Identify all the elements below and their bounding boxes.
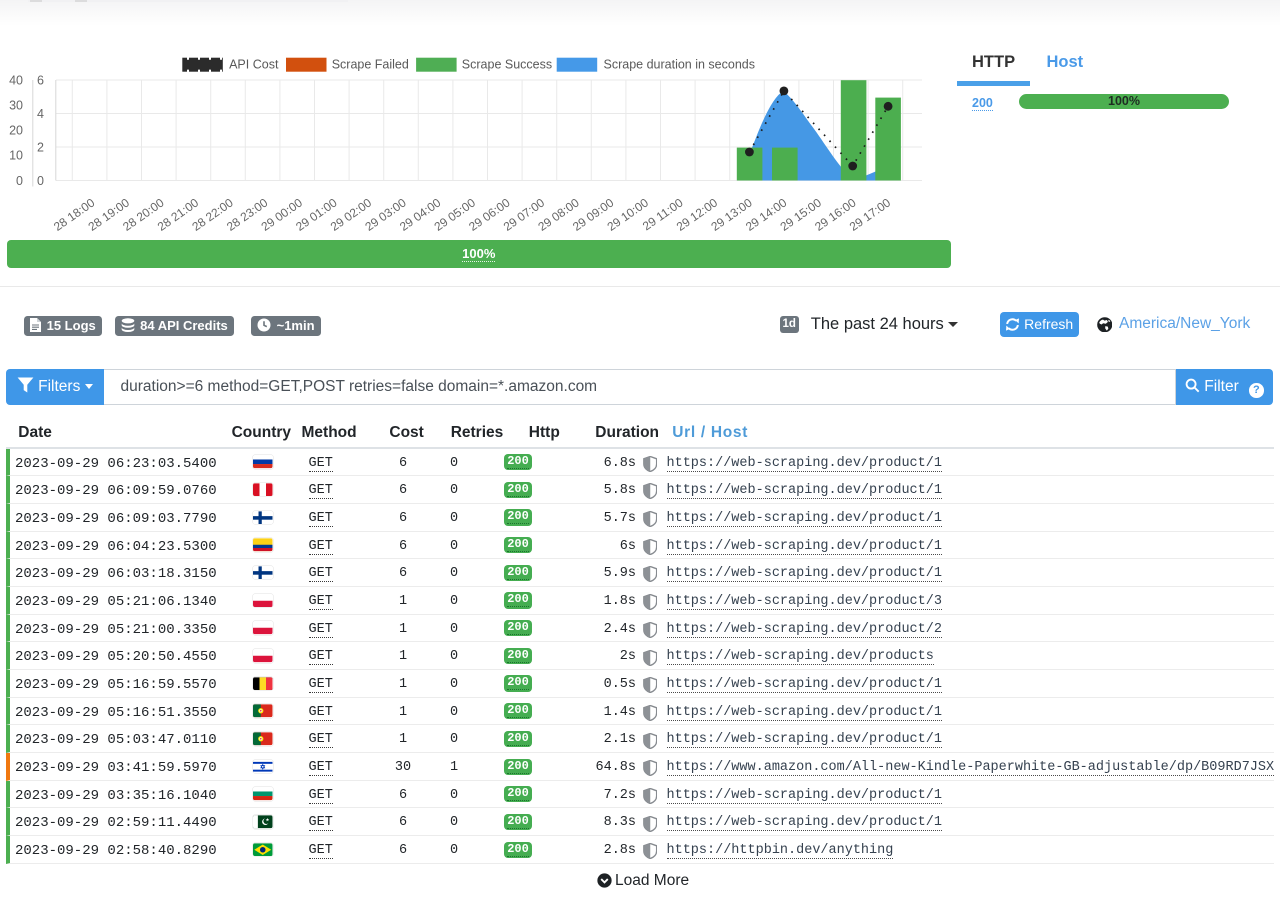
svg-text:4: 4 [37, 107, 44, 121]
svg-text:Scrape Failed: Scrape Failed [332, 58, 409, 72]
svg-text:30: 30 [9, 98, 23, 112]
svg-text:6: 6 [37, 73, 44, 87]
svg-text:Scrape duration in seconds: Scrape duration in seconds [604, 58, 755, 72]
svg-text:40: 40 [9, 73, 23, 87]
svg-text:Scrape Success: Scrape Success [462, 58, 552, 72]
svg-text:0: 0 [37, 174, 44, 188]
svg-text:10: 10 [9, 149, 23, 163]
svg-text:20: 20 [9, 124, 23, 138]
svg-text:2: 2 [37, 140, 44, 154]
svg-text:0: 0 [16, 174, 23, 188]
svg-text:API Cost: API Cost [229, 58, 279, 72]
